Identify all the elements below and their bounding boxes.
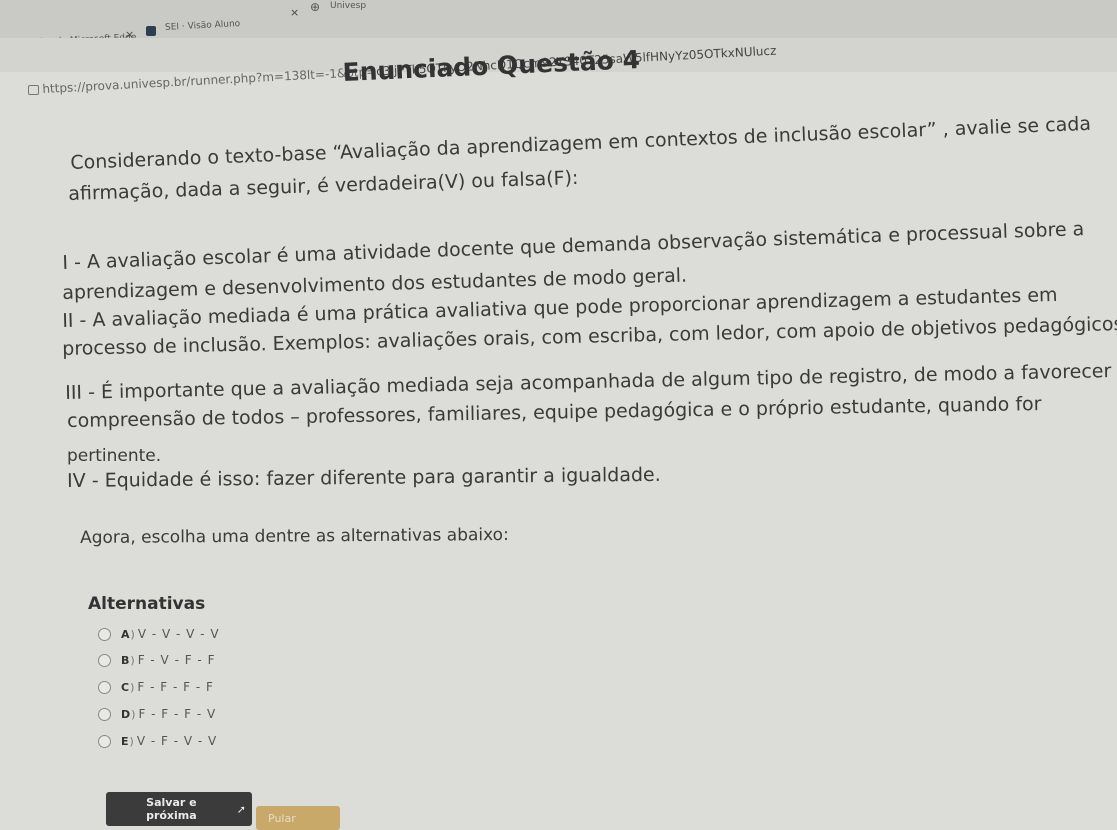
choose-prompt: Agora, escolha uma dentre as alternativa…	[80, 525, 509, 548]
statement-1-line-1: I - A avaliação escolar é uma atividade …	[62, 218, 1085, 274]
alternative-text: V - V - V - V	[137, 627, 220, 641]
alternative-letter: D	[121, 707, 131, 721]
alternative-text: F - V - F - F	[137, 653, 216, 667]
alt-separator: )	[129, 734, 134, 748]
page-title: Enunciado Questão 4	[342, 45, 641, 87]
alternative-letter: E	[121, 734, 129, 748]
radio-button[interactable]	[98, 653, 111, 667]
save-button-label: Salvar e próxima	[146, 796, 197, 822]
alternative-text: V - F - V - V	[136, 734, 218, 748]
alternative-b[interactable]: B) F - V - F - F	[98, 650, 215, 670]
alternative-e[interactable]: E) V - F - V - V	[98, 731, 217, 751]
alternative-letter: C	[121, 680, 130, 694]
skip-button[interactable]: Pular	[256, 806, 340, 830]
alt-separator: )	[131, 707, 136, 721]
intro-line-1: Considerando o texto-base “Avaliação da …	[70, 112, 1092, 174]
radio-button[interactable]	[98, 734, 111, 748]
alt-separator: )	[130, 627, 135, 641]
skip-button-label: Pular	[268, 811, 296, 825]
alternative-text: F - F - F - F	[137, 680, 214, 694]
alternative-d[interactable]: D) F - F - F - V	[98, 704, 216, 724]
radio-button[interactable]	[98, 627, 111, 641]
alt-separator: )	[130, 653, 135, 667]
alternative-letter: A	[121, 627, 130, 641]
statement-4-line-1: IV - Equidade é isso: fazer diferente pa…	[67, 463, 661, 492]
question-page: Enunciado Questão 4 Considerando o texto…	[0, 0, 1117, 830]
alt-separator: )	[130, 680, 135, 694]
alternatives-heading: Alternativas	[88, 594, 206, 614]
radio-button[interactable]	[98, 680, 111, 694]
alternative-letter: B	[121, 653, 130, 667]
arrow-icon: ➚	[236, 802, 246, 816]
alternative-text: F - F - F - V	[138, 707, 217, 721]
alternative-a[interactable]: A) V - V - V - V	[98, 624, 220, 644]
intro-line-2: afirmação, dada a seguir, é verdadeira(V…	[68, 166, 579, 205]
radio-button[interactable]	[98, 707, 111, 721]
statement-3-line-3: pertinente.	[67, 446, 162, 466]
alternative-c[interactable]: C) F - F - F - F	[98, 677, 214, 697]
save-and-next-button[interactable]: Salvar e próxima ➚	[106, 792, 252, 826]
